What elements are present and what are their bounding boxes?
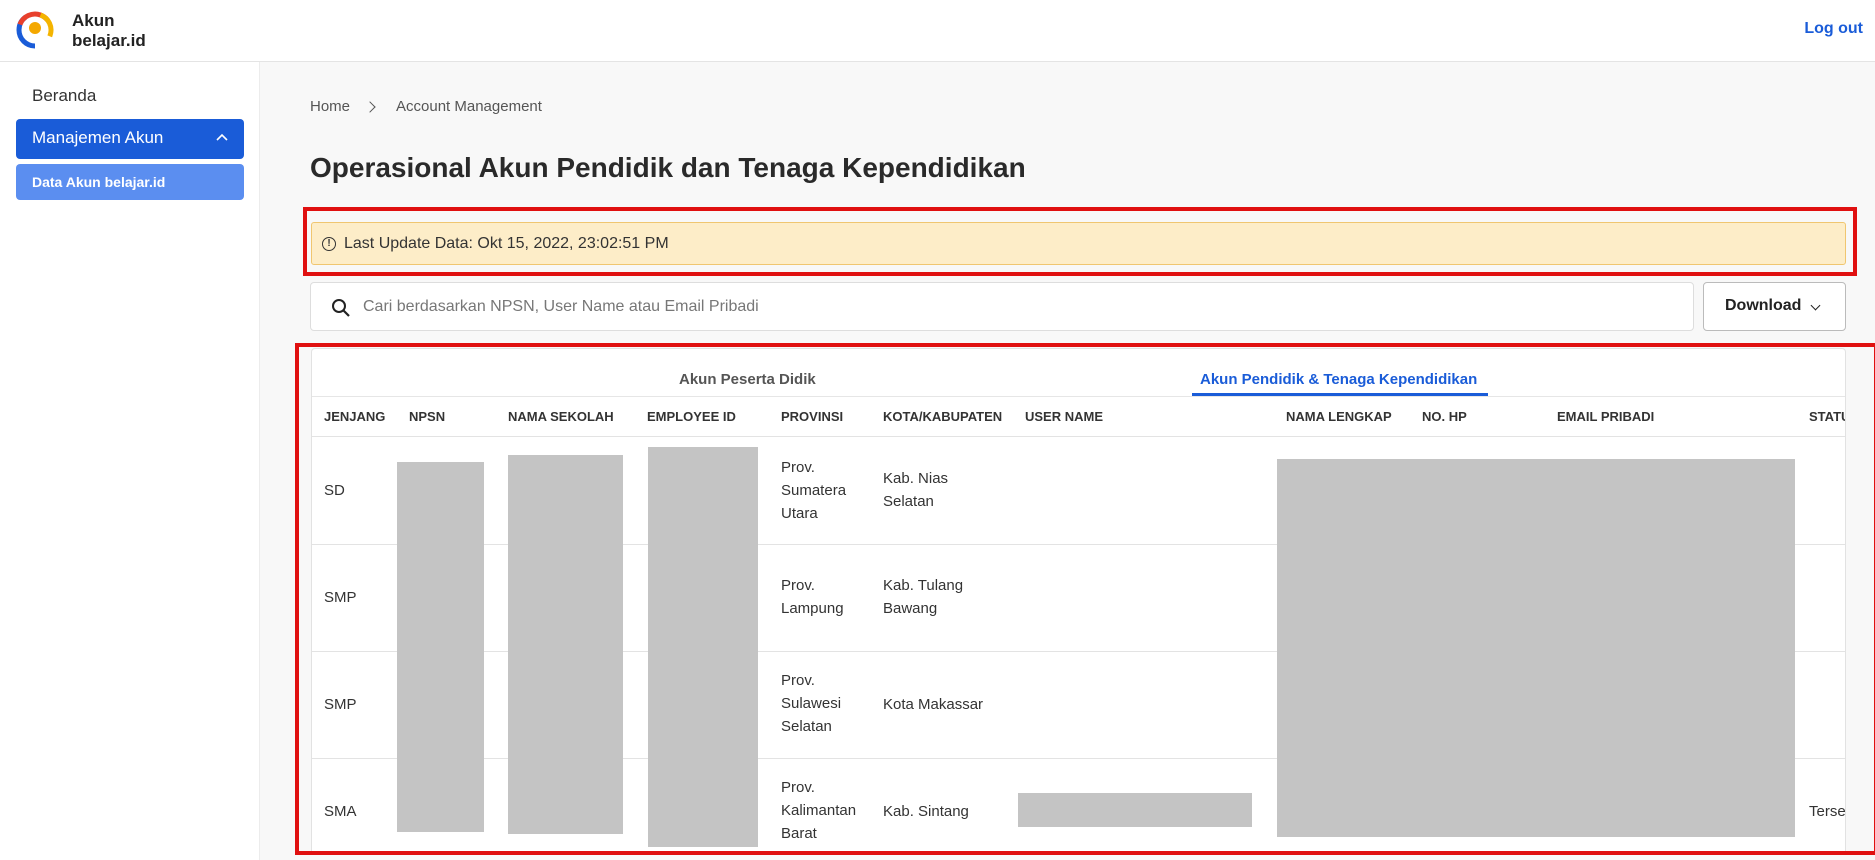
chevron-right-icon xyxy=(364,100,376,113)
chevron-up-icon xyxy=(216,133,228,141)
breadcrumb-home[interactable]: Home xyxy=(310,98,350,115)
sidebar-item-label: Manajemen Akun xyxy=(32,128,164,147)
brand-line-2: belajar.id xyxy=(72,31,146,50)
top-bar: Akun belajar.id Log out xyxy=(0,0,1875,62)
search-icon xyxy=(332,299,350,317)
sidebar: Beranda Manajemen Akun Data Akun belajar… xyxy=(0,62,260,860)
search-bar xyxy=(310,282,1694,331)
highlight-box xyxy=(295,343,1875,855)
breadcrumb: Home Account Management xyxy=(310,98,542,115)
search-input[interactable] xyxy=(363,291,1663,323)
highlight-box xyxy=(303,207,1857,276)
sidebar-item-data-akun[interactable]: Data Akun belajar.id xyxy=(16,164,244,200)
logout-link[interactable]: Log out xyxy=(1804,20,1863,38)
brand-name: Akun belajar.id xyxy=(72,11,192,51)
page-title: Operasional Akun Pendidik dan Tenaga Kep… xyxy=(310,152,1026,183)
breadcrumb-current: Account Management xyxy=(396,98,542,115)
sidebar-item-manajemen-akun[interactable]: Manajemen Akun xyxy=(16,119,244,159)
brand-line-1: Akun xyxy=(72,11,115,30)
chevron-down-icon xyxy=(1810,300,1821,311)
sidebar-item-beranda[interactable]: Beranda xyxy=(32,86,96,106)
download-button[interactable]: Download xyxy=(1703,282,1846,331)
belajar-logo-icon xyxy=(16,11,54,49)
download-label: Download xyxy=(1725,297,1802,314)
